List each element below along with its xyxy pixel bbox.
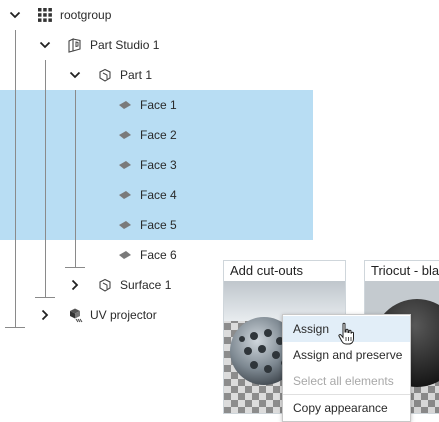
card-title: Triocut - bla [371,263,439,278]
chevron-down-icon[interactable] [69,69,81,81]
uv-projector-icon [67,306,85,324]
menu-item-label: Copy appearance [293,401,388,415]
chevron-down-icon[interactable] [9,9,21,21]
part-studio-icon [67,37,83,53]
face-icon [117,217,133,233]
tree-item-label: UV projector [90,308,157,322]
tree-item-label: Face 2 [140,128,177,142]
menu-item-label: Select all elements [293,374,394,388]
menu-item-label: Assign [293,322,330,336]
grid-icon [37,7,53,23]
chevron-right-icon[interactable] [69,279,81,291]
face-icon [117,97,133,113]
face-icon [117,187,133,203]
tree-item-label: Part Studio 1 [90,38,160,52]
menu-item-copy-appearance[interactable]: Copy appearance [283,395,410,421]
tree-item-label: Face 3 [140,158,177,172]
menu-item-select-all-elements: Select all elements [283,368,410,394]
tree-item-label: rootgroup [60,8,112,22]
tree-item-label: Part 1 [120,68,153,82]
hand-cursor-icon [337,322,355,346]
tree-guide-line [15,30,16,327]
chevron-right-icon[interactable] [39,309,51,321]
card-title: Add cut-outs [230,263,303,278]
tree-item-label: Surface 1 [120,278,172,292]
chevron-down-icon[interactable] [39,39,51,51]
tree-item-label: Face 4 [140,188,177,202]
face-icon [117,247,133,263]
menu-item-label: Assign and preserve [293,348,403,362]
tree-item-label: Face 6 [140,248,177,262]
surface-icon [97,277,113,293]
tree-item-label: Face 1 [140,98,177,112]
tree-item-label: Face 5 [140,218,177,232]
tree-guide-line [5,327,25,328]
part-icon [97,67,113,83]
face-icon [117,127,133,143]
face-icon [117,157,133,173]
tree-guide-line [35,297,55,298]
